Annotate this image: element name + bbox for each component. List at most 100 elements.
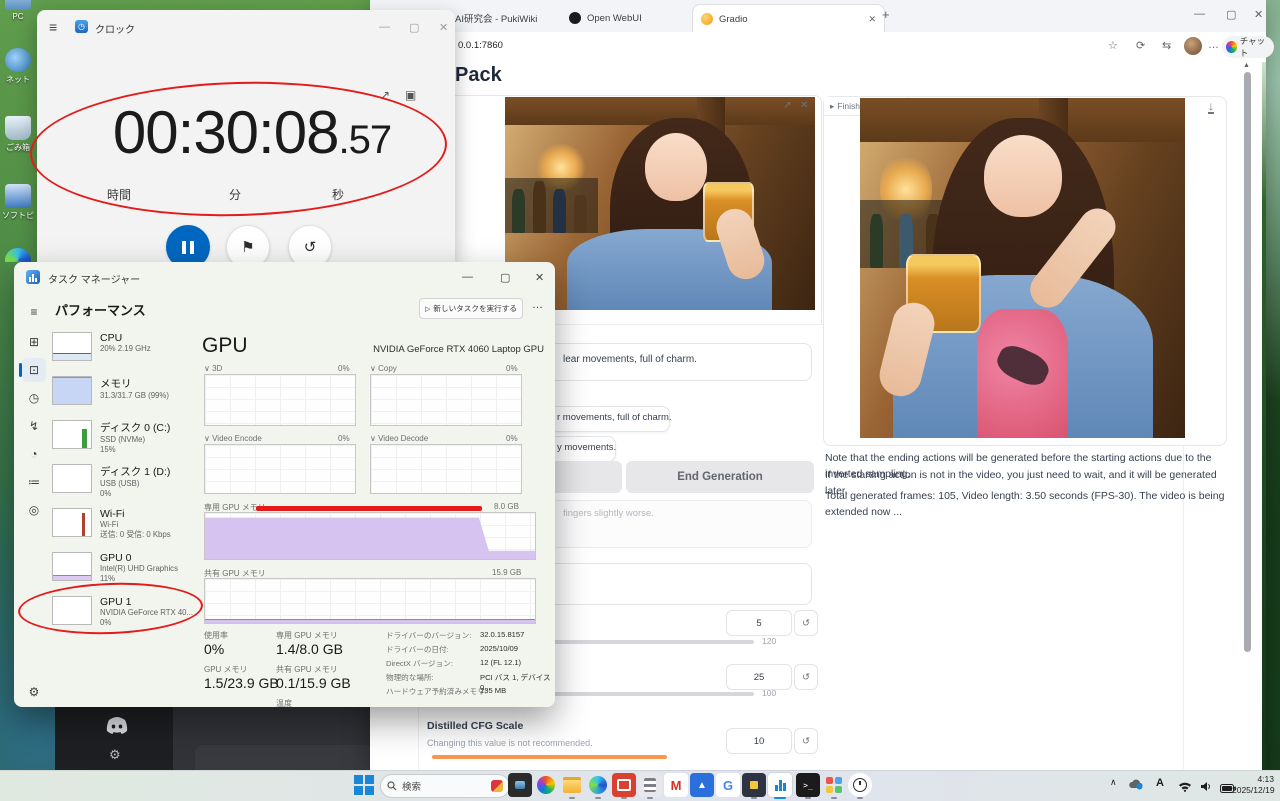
- running-indicator: [805, 797, 811, 799]
- tm-list-item-memory[interactable]: メモリ 31.3/31.7 GB (99%): [52, 376, 198, 418]
- taskbar-copilot-icon[interactable]: [534, 773, 558, 797]
- clock-minimize-button[interactable]: —: [379, 21, 390, 33]
- desktop-icon-pc[interactable]: PC: [1, 0, 35, 21]
- taskbar-briefcase-app-icon[interactable]: [612, 773, 636, 797]
- cfg-reset-button[interactable]: ↺: [794, 728, 818, 754]
- cfg-slider-track[interactable]: [432, 755, 667, 759]
- progress-status-line: Total generated frames: 105, Video lengt…: [825, 488, 1227, 521]
- taskbar-notes-app-icon[interactable]: [742, 773, 766, 797]
- run-new-task-button[interactable]: ▷ 新しいタスクを実行する: [419, 298, 523, 319]
- slider2-reset-button[interactable]: ↺: [794, 664, 818, 690]
- download-icon[interactable]: ↓: [1208, 100, 1214, 114]
- cpu-graph-thumbnail: [52, 332, 92, 361]
- taskbar-task-manager-icon[interactable]: [768, 773, 792, 797]
- tm-nav-services-icon[interactable]: ◎: [22, 498, 46, 522]
- copilot-chat-button[interactable]: チャット: [1222, 36, 1274, 58]
- image-fullscreen-icon[interactable]: ↗: [783, 100, 791, 111]
- tm-close-button[interactable]: ✕: [535, 271, 544, 284]
- finished-frame-image[interactable]: [860, 98, 1185, 438]
- bookmark-star-icon[interactable]: ☆: [1108, 39, 1118, 52]
- browser-close-button[interactable]: ✕: [1254, 8, 1263, 21]
- ime-mode-indicator[interactable]: A: [1156, 777, 1164, 789]
- url-text[interactable]: 0.0.1:7860: [458, 40, 503, 51]
- tab-open-webui[interactable]: Open WebUI ✕: [561, 4, 708, 32]
- driver-label: 物理的な場所:: [386, 672, 434, 683]
- tab-gradio[interactable]: Gradio ✕: [692, 4, 885, 33]
- running-indicator: [595, 797, 601, 799]
- desktop-icon-software[interactable]: ソフトピ: [1, 184, 35, 221]
- tm-list-item-disk0[interactable]: ディスク 0 (C:) SSD (NVMe) 15%: [52, 420, 198, 462]
- recycle-bin-icon: [5, 116, 31, 140]
- taskbar-google-icon[interactable]: G: [716, 773, 740, 797]
- running-indicator: [621, 797, 627, 799]
- extensions-icon[interactable]: ⇆: [1162, 39, 1171, 52]
- tm-nav-menu-icon[interactable]: ≡: [22, 300, 46, 324]
- speaker-icon[interactable]: [1200, 779, 1212, 797]
- taskbar-clock-app-icon[interactable]: [848, 773, 872, 797]
- desktop-icon-edge[interactable]: Microso: [1, 248, 35, 262]
- stat-value: 1.5/23.9 GB: [204, 675, 279, 691]
- profile-avatar[interactable]: [1184, 37, 1202, 55]
- disk0-graph-thumbnail: [52, 420, 92, 449]
- wifi-icon[interactable]: [1178, 779, 1192, 797]
- taskbar-calculator-icon[interactable]: [638, 773, 662, 797]
- tm-nav-history-icon[interactable]: ◷: [22, 386, 46, 410]
- end-generation-button[interactable]: End Generation: [626, 461, 814, 493]
- tray-clock[interactable]: 4:13 2025/12/19: [1232, 774, 1274, 797]
- clock-close-button[interactable]: ✕: [439, 21, 448, 34]
- tm-maximize-button[interactable]: ▢: [500, 271, 510, 284]
- slider1-reset-button[interactable]: ↺: [794, 610, 818, 636]
- desktop-icon-network[interactable]: ネット: [1, 48, 35, 85]
- slider1-number-input[interactable]: 5: [726, 610, 792, 636]
- tm-nav-startup-icon[interactable]: ↯: [22, 414, 46, 438]
- browser-minimize-button[interactable]: —: [1194, 8, 1205, 20]
- onedrive-cloud-icon[interactable]: [1128, 777, 1144, 795]
- hamburger-menu-icon[interactable]: ≡: [49, 19, 57, 35]
- taskbar-search-box[interactable]: 検索: [380, 774, 510, 798]
- browser-maximize-button[interactable]: ▢: [1226, 8, 1236, 21]
- slider2-number-input[interactable]: 25: [726, 664, 792, 690]
- running-indicator: [751, 797, 757, 799]
- art-face: [984, 135, 1062, 217]
- disk1-graph-thumbnail: [52, 464, 92, 493]
- discord-settings-gear-icon[interactable]: ⚙: [109, 747, 121, 763]
- metric-name: GPU 0: [100, 552, 178, 564]
- scrollbar-up-arrow[interactable]: ▲: [1243, 62, 1250, 69]
- tm-nav-performance-icon[interactable]: ⊡: [22, 358, 46, 382]
- discord-message-input[interactable]: [195, 745, 370, 770]
- desktop-icon-label: ごみ箱: [6, 143, 30, 152]
- tab-close-icon[interactable]: ✕: [868, 14, 876, 25]
- taskbar-file-explorer-icon[interactable]: [560, 773, 584, 797]
- taskbar-terminal-icon[interactable]: >_: [796, 773, 820, 797]
- discord-window[interactable]: ⚙: [55, 707, 370, 770]
- taskbar-drive-app-icon[interactable]: ▲: [690, 773, 714, 797]
- tm-list-item-disk1[interactable]: ディスク 1 (D:) USB (USB) 0%: [52, 464, 198, 506]
- shared-memory-area: [205, 619, 535, 623]
- chart-label-video-encode: ∨ Video Encode: [204, 434, 262, 443]
- start-button[interactable]: [354, 775, 374, 795]
- tm-nav-users-icon[interactable]: ◔: [22, 442, 46, 466]
- tray-chevron-up-icon[interactable]: ∧: [1110, 777, 1117, 788]
- driver-label: ドライバーの日付:: [386, 644, 449, 655]
- discord-logo-icon[interactable]: [103, 712, 131, 740]
- cfg-number-input[interactable]: 10: [726, 728, 792, 754]
- taskbar-photos-app-icon[interactable]: [508, 773, 532, 797]
- tm-minimize-button[interactable]: —: [462, 271, 473, 283]
- tm-more-options-icon[interactable]: …: [532, 299, 543, 311]
- collections-icon[interactable]: ⟳: [1136, 39, 1145, 52]
- taskbar-edge-icon[interactable]: [586, 773, 610, 797]
- tm-nav-processes-icon[interactable]: ⊞: [22, 330, 46, 354]
- image-clear-icon[interactable]: ✕: [800, 100, 808, 111]
- taskbar-grid-app-icon[interactable]: [822, 773, 846, 797]
- browser-tab-bar: 私的AI研究会 - PukiWiki ✕ Open WebUI ✕ Gradio…: [370, 0, 1266, 33]
- clock-maximize-button[interactable]: ▢: [409, 21, 419, 34]
- desktop-icon-label: ソフトピ: [2, 211, 34, 220]
- taskbar-gmail-icon[interactable]: M: [664, 773, 688, 797]
- tm-list-item-cpu[interactable]: CPU 20% 2.19 GHz: [52, 332, 198, 374]
- page-scrollbar-thumb[interactable]: [1244, 72, 1251, 652]
- tm-list-item-wifi[interactable]: Wi-Fi Wi-Fi 送信: 0 受信: 0 Kbps: [52, 508, 198, 550]
- tm-settings-gear-icon[interactable]: ⚙: [22, 680, 46, 704]
- new-tab-button[interactable]: +: [882, 7, 890, 22]
- browser-menu-icon[interactable]: …: [1208, 39, 1219, 51]
- tm-nav-details-icon[interactable]: ≔: [22, 470, 46, 494]
